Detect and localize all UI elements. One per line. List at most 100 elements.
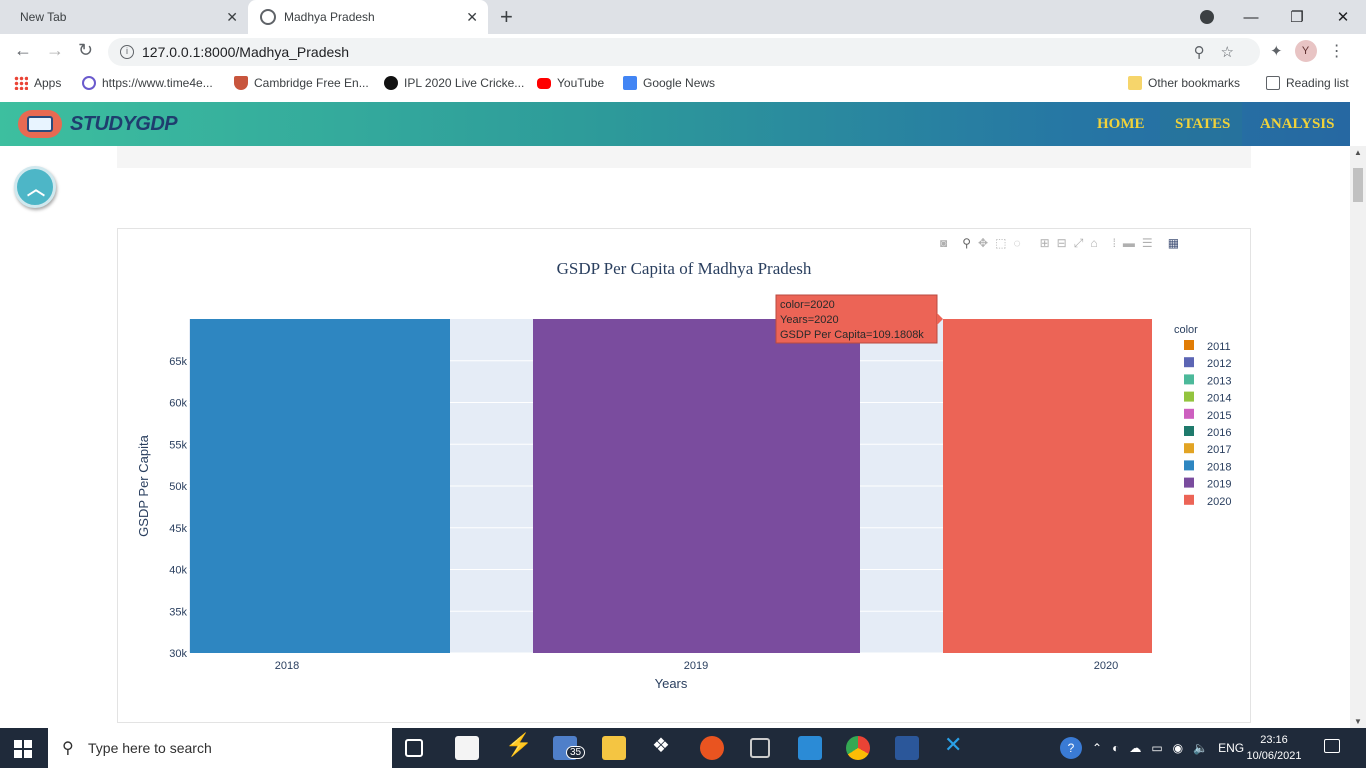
scroll-down-arrow-icon[interactable]: ▼	[1354, 717, 1362, 726]
terminal-icon[interactable]	[750, 738, 770, 758]
bookmark-ipl[interactable]: IPL 2020 Live Cricke...	[384, 76, 524, 90]
bars-group	[190, 319, 1152, 653]
window-controls: — ❐ ✕	[1228, 0, 1366, 34]
scroll-up-arrow-icon[interactable]: ▲	[1354, 148, 1362, 157]
bookmark-cambridge[interactable]: Cambridge Free En...	[234, 76, 369, 90]
nav-analysis-link[interactable]: ANALYSIS	[1260, 116, 1334, 133]
new-tab-plus-icon[interactable]: +	[500, 4, 513, 30]
bookmark-youtube[interactable]: YouTube	[537, 76, 604, 90]
y-tick-label: 40k	[169, 565, 187, 577]
scrollbar-thumb[interactable]	[1353, 168, 1363, 202]
nav-states-link[interactable]: STATES	[1175, 116, 1230, 133]
url-text: 127.0.0.1:8000/Madhya_Pradesh	[142, 44, 350, 60]
reload-icon[interactable]: ↻	[78, 40, 93, 61]
bookmark-other[interactable]: Other bookmarks	[1128, 76, 1240, 90]
vscode-icon[interactable]: ✕	[944, 732, 968, 757]
y-tick-labels: 30k 35k 40k 45k 50k 55k 60k 65k	[169, 356, 187, 660]
y-tick-label: 65k	[169, 356, 187, 368]
close-icon[interactable]: ✕	[466, 9, 478, 26]
legend-swatch	[1184, 391, 1194, 402]
whiteboard-icon[interactable]	[798, 736, 822, 760]
bookmark-label: IPL 2020 Live Cricke...	[404, 76, 525, 90]
chevron-up-icon: ︿	[27, 179, 45, 199]
menu-kebab-icon[interactable]: ⋮	[1329, 41, 1345, 61]
tooltip-line-color: color=2020	[780, 299, 835, 311]
tab-search-icon[interactable]	[1200, 10, 1214, 24]
nav-home-link[interactable]: HOME	[1097, 116, 1145, 133]
tab-strip: New Tab ✕ Madhya Pradesh ✕ + — ❐ ✕	[0, 0, 1366, 34]
legend-item: 2011	[1207, 341, 1231, 353]
y-tick-label: 45k	[169, 523, 187, 535]
wifi-icon[interactable]: ◉	[1173, 741, 1183, 755]
logo-icon	[18, 110, 62, 138]
language-indicator[interactable]: ENG	[1218, 741, 1244, 755]
bookmark-apps[interactable]: Apps	[14, 76, 61, 90]
chrome-icon[interactable]	[846, 736, 870, 760]
taskbar-search-input[interactable]: ⚲ Type here to search	[48, 728, 392, 768]
taskbar-clock[interactable]: 23:16 10/06/2021	[1244, 732, 1304, 764]
task-view-icon[interactable]	[405, 739, 423, 757]
legend-swatch	[1184, 443, 1194, 454]
file-explorer-icon[interactable]	[602, 736, 626, 760]
azure-icon[interactable]: ⚡	[505, 732, 532, 757]
x-tick-label: 2018	[275, 660, 299, 672]
site-logo[interactable]: STUDYGDP	[70, 113, 178, 136]
bookmark-label: Apps	[34, 76, 62, 90]
address-bar[interactable]: i 127.0.0.1:8000/Madhya_Pradesh ⚲☆	[108, 38, 1260, 66]
tray-expand-icon[interactable]: ⌃	[1092, 741, 1102, 755]
legend-item: 2015	[1207, 410, 1231, 422]
network-icon[interactable]: ◐	[1112, 741, 1119, 755]
bookmark-label: Reading list	[1286, 76, 1349, 90]
bookmark-label: Google News	[643, 76, 716, 90]
google-news-icon	[623, 76, 637, 90]
reading-list[interactable]: Reading list	[1266, 76, 1349, 90]
cricket-icon	[384, 76, 398, 90]
legend-item: 2012	[1207, 358, 1231, 370]
restore-icon[interactable]: ❐	[1274, 8, 1320, 26]
youtube-icon	[537, 77, 551, 89]
y-tick-label: 35k	[169, 606, 187, 618]
close-icon[interactable]: ✕	[226, 9, 238, 26]
x-tick-label: 2019	[684, 660, 708, 672]
y-tick-label: 60k	[169, 398, 187, 410]
x-tick-label: 2020	[1094, 660, 1118, 672]
tab-madhya-pradesh[interactable]: Madhya Pradesh ✕	[248, 0, 488, 34]
forward-arrow-icon[interactable]: →	[46, 40, 64, 61]
bookmark-label: https://www.time4e...	[102, 76, 213, 90]
legend-item: 2014	[1207, 393, 1231, 405]
volume-icon[interactable]: 🔈	[1193, 741, 1208, 755]
windows-start-icon[interactable]	[14, 740, 32, 758]
store-icon[interactable]	[455, 736, 479, 760]
dropbox-icon[interactable]: ❖	[652, 733, 676, 757]
ubuntu-icon[interactable]	[700, 736, 724, 760]
extensions-puzzle-icon[interactable]: ✦	[1270, 42, 1283, 60]
bookmark-time4e[interactable]: https://www.time4e...	[82, 76, 213, 90]
zoom-and-star-icons[interactable]: ⚲☆	[1194, 43, 1250, 61]
scroll-to-top-button[interactable]: ︿	[14, 166, 56, 208]
word-icon[interactable]	[895, 736, 919, 760]
x-tick-labels: 2018 2019 2020	[275, 660, 1118, 672]
legend-swatch	[1184, 494, 1194, 505]
minimize-icon[interactable]: —	[1228, 9, 1274, 26]
battery-icon[interactable]: ▭	[1151, 741, 1162, 755]
back-arrow-icon[interactable]: ←	[14, 40, 32, 61]
legend-title: color	[1174, 324, 1198, 336]
chart-title: GSDP Per Capita of Madhya Pradesh	[557, 259, 812, 278]
tab-new-tab[interactable]: New Tab ✕	[0, 0, 248, 34]
cloud-icon[interactable]: ☁	[1129, 741, 1141, 755]
legend-item: 2016	[1207, 427, 1231, 439]
legend-item: 2018	[1207, 461, 1231, 473]
window-close-icon[interactable]: ✕	[1320, 8, 1366, 26]
legend-item: 2019	[1207, 479, 1231, 491]
windows-taskbar: ⚲ Type here to search ⚡ 35 ❖ ✕ ? ⌃ ◐ ☁ ▭…	[0, 728, 1366, 768]
extension-area: ✦ Y ⋮	[1270, 40, 1345, 62]
browser-toolbar: ← → ↻ i 127.0.0.1:8000/Madhya_Pradesh ⚲☆	[0, 34, 1366, 70]
clock-time: 23:16	[1260, 734, 1288, 746]
avatar[interactable]: Y	[1294, 40, 1317, 62]
bookmark-google-news[interactable]: Google News	[623, 76, 715, 90]
notification-icon[interactable]	[1324, 739, 1340, 753]
help-icon[interactable]: ?	[1060, 737, 1082, 759]
info-icon[interactable]: i	[120, 45, 134, 59]
y-tick-label: 55k	[169, 439, 187, 451]
page-scrollbar[interactable]: ▲ ▼	[1350, 146, 1366, 728]
